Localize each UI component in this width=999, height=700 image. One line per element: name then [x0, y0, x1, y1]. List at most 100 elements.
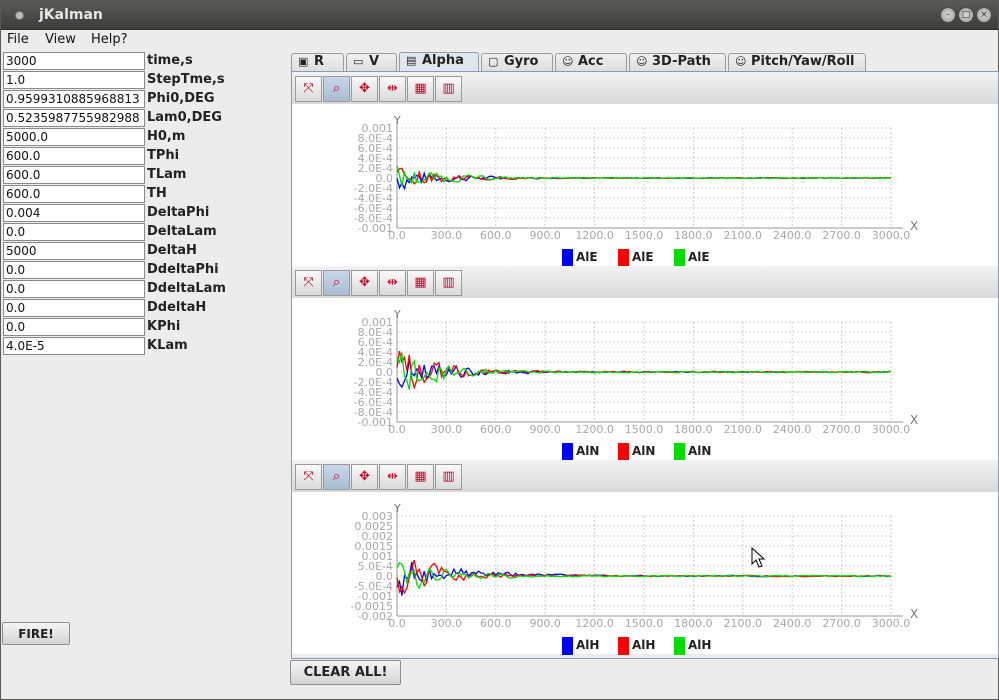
line-chart: 0.0018.0E-46.0E-44.0E-42.0E-40.0-2.0E-4-…: [354, 308, 919, 436]
parameter-row: DeltaPhi: [2, 204, 286, 223]
parameter-input[interactable]: [3, 337, 145, 355]
x-tick-label: 300.0: [431, 617, 463, 630]
parameter-input[interactable]: [3, 223, 145, 241]
parameter-row: DeltaLam: [2, 223, 286, 242]
zoom-icon[interactable]: ⌕: [323, 270, 350, 296]
parameter-row: time,s: [2, 52, 286, 71]
pan-icon[interactable]: ✥: [351, 76, 378, 102]
parameter-input[interactable]: [3, 280, 145, 298]
parameter-label: StepTme,s: [147, 72, 225, 87]
x-tick-label: 2100.0: [724, 423, 763, 436]
minimize-icon[interactable]: –: [940, 7, 956, 23]
tab-acc[interactable]: ☺ Acc: [555, 53, 627, 72]
parameter-input[interactable]: [3, 204, 145, 222]
parameter-row: TH: [2, 185, 286, 204]
parameter-input[interactable]: [3, 318, 145, 336]
tab-gyro[interactable]: ▢ Gyro: [481, 53, 553, 72]
legend-label: AlN: [576, 444, 600, 458]
zoom-reset-icon[interactable]: ⤧: [295, 76, 322, 102]
chart-panel: ⤧ ⌕ ✥ ⇹ ▦ ▥ 0.003 0.0025 0.002 0.0015 0.001 5.0E-4 0…: [292, 460, 998, 655]
parameter-label: TH: [147, 186, 167, 201]
app-window: jKalman – □ × File View Help? time,s Step…: [0, 0, 999, 700]
x-tick-label: 1800.0: [674, 617, 713, 630]
tab-3d-path[interactable]: ☺ 3D-Path: [629, 53, 726, 72]
tab-r[interactable]: ▣ R: [291, 53, 344, 72]
x-tick-label: 1200.0: [575, 617, 614, 630]
fit-icon[interactable]: ⇹: [379, 270, 406, 296]
y-axis-label: Y: [393, 502, 401, 515]
x-tick-label: 2100.0: [724, 617, 763, 630]
fit-icon[interactable]: ⇹: [379, 76, 406, 102]
parameter-row: StepTme,s: [2, 71, 286, 90]
tab-alpha[interactable]: ▤ Alpha: [399, 52, 479, 72]
document-icon: ▤: [406, 54, 417, 67]
x-tick-label: 300.0: [431, 423, 463, 436]
parameter-row: KLam: [2, 337, 286, 356]
parameter-input[interactable]: [3, 128, 145, 146]
legend-swatch: [674, 443, 685, 461]
tab-v[interactable]: ▭ V: [346, 53, 397, 72]
grid-icon[interactable]: ▥: [435, 76, 462, 102]
save-icon[interactable]: ▦: [407, 464, 434, 490]
tab-pitch-yaw-roll[interactable]: ☺ Pitch/Yaw/Roll: [728, 53, 866, 72]
menu-help[interactable]: Help?: [91, 32, 128, 47]
grid-icon[interactable]: ▥: [435, 464, 462, 490]
fit-icon[interactable]: ⇹: [379, 464, 406, 490]
parameter-input[interactable]: [3, 242, 145, 260]
menu-file[interactable]: File: [7, 32, 29, 47]
x-tick-label: 600.0: [480, 229, 512, 242]
maximize-icon[interactable]: □: [958, 7, 974, 23]
parameter-row: DdeltaPhi: [2, 261, 286, 280]
clear-all-button[interactable]: CLEAR ALL!: [290, 660, 401, 685]
parameter-input[interactable]: [3, 90, 145, 108]
legend-label: AlN: [688, 444, 712, 458]
parameter-label: TLam: [147, 167, 187, 182]
parameter-label: DdeltaH: [147, 300, 207, 315]
pan-icon[interactable]: ✥: [351, 270, 378, 296]
parameter-input[interactable]: [3, 166, 145, 184]
parameter-input[interactable]: [3, 261, 145, 279]
save-icon[interactable]: ▦: [407, 76, 434, 102]
legend-swatch: [618, 249, 629, 267]
parameter-label: Lam0,DEG: [147, 110, 222, 125]
monitor-icon: ▣: [298, 55, 309, 68]
parameter-input[interactable]: [3, 52, 145, 70]
folder-icon: ▭: [353, 55, 364, 68]
save-icon[interactable]: ▦: [407, 270, 434, 296]
close-icon[interactable]: ×: [976, 7, 992, 23]
legend-swatch: [562, 443, 573, 461]
parameter-input[interactable]: [3, 185, 145, 203]
x-tick-label: 2400.0: [773, 423, 812, 436]
y-axis-label: Y: [393, 308, 401, 321]
legend-label: AlH: [576, 638, 600, 652]
parameter-input[interactable]: [3, 109, 145, 127]
x-tick-label: 2700.0: [822, 617, 861, 630]
zoom-icon[interactable]: ⌕: [323, 76, 350, 102]
parameter-row: DdeltaH: [2, 299, 286, 318]
parameter-row: H0,m: [2, 128, 286, 147]
parameter-input[interactable]: [3, 299, 145, 317]
alpha-panel: ⤧ ⌕ ✥ ⇹ ▦ ▥ 0.001 8.0E-4 6.0E-4 4.0E-4 2.0E-4 0.0 -2…: [291, 71, 999, 659]
parameter-input[interactable]: [3, 71, 145, 89]
zoom-icon[interactable]: ⌕: [323, 464, 350, 490]
zoom-reset-icon[interactable]: ⤧: [295, 464, 322, 490]
x-tick-label: 2700.0: [822, 229, 861, 242]
zoom-reset-icon[interactable]: ⤧: [295, 270, 322, 296]
pan-icon[interactable]: ✥: [351, 464, 378, 490]
chart-toolbar: ⤧ ⌕ ✥ ⇹ ▦ ▥: [292, 72, 998, 104]
plot-area: 0.003 0.0025 0.002 0.0015 0.001 5.0E-4 0.0 -5.0…: [292, 492, 998, 654]
x-tick-label: 1800.0: [674, 423, 713, 436]
legend-swatch: [674, 249, 685, 267]
plot-area: 0.001 8.0E-4 6.0E-4 4.0E-4 2.0E-4 0.0 -2.0E-4-…: [292, 104, 998, 266]
menu-view[interactable]: View: [45, 32, 76, 47]
x-tick-label: 2400.0: [773, 617, 812, 630]
x-tick-label: 600.0: [480, 423, 512, 436]
grid-icon[interactable]: ▥: [435, 270, 462, 296]
chart-panel: ⤧ ⌕ ✥ ⇹ ▦ ▥ 0.001 8.0E-4 6.0E-4 4.0E-4 2.0E-4 0.0 -2…: [292, 72, 998, 267]
parameter-input[interactable]: [3, 147, 145, 165]
fire-button[interactable]: FIRE!: [2, 622, 70, 645]
x-axis-label: X: [910, 219, 918, 233]
smiley-icon: ☺: [636, 55, 648, 68]
x-tick-label: 2100.0: [724, 229, 763, 242]
legend-swatch: [618, 443, 629, 461]
